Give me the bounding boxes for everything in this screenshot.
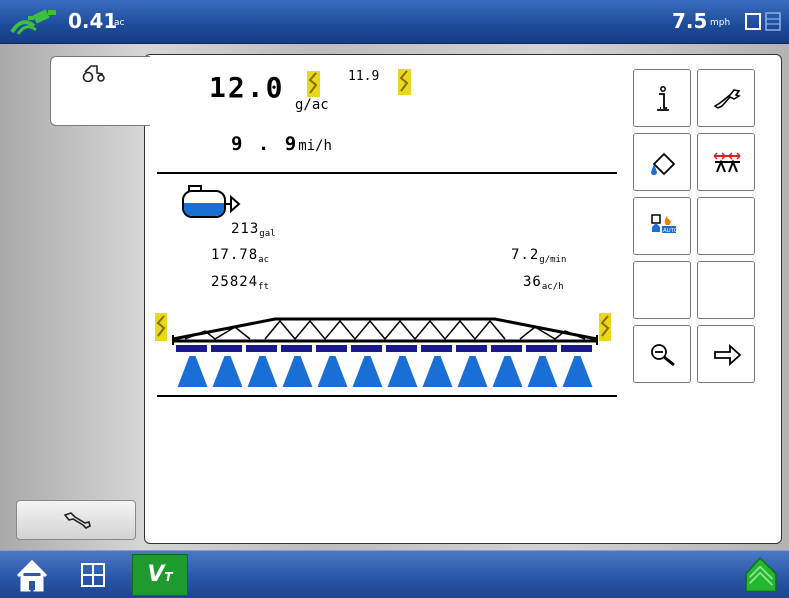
tools-button[interactable] — [16, 500, 136, 540]
actual-rate: 12.0 — [209, 71, 285, 104]
boom-section-bar — [211, 345, 242, 352]
boom-section-bar — [456, 345, 487, 352]
spray-nozzle-pattern — [352, 356, 383, 387]
spray-nozzle-pattern — [492, 356, 523, 387]
rate-lightning-icon — [307, 71, 320, 97]
bucket-icon — [651, 152, 676, 176]
speed-value: 7.5 — [672, 9, 708, 33]
spray-nozzle-pattern — [422, 356, 453, 387]
zoom-out-icon — [651, 344, 675, 367]
target-lightning-icon — [398, 69, 411, 95]
flow-rate: 7.2g/min — [511, 247, 566, 265]
bottom-nav-bar: VT — [0, 550, 789, 598]
area-covered-value: 17.78 — [211, 247, 259, 263]
boom-width-icon — [713, 152, 741, 173]
ground-speed-unit: mi/h — [298, 138, 332, 154]
ground-speed: 9 . 9mi/h — [231, 133, 332, 155]
boom-sections-button[interactable] — [697, 133, 755, 191]
boom-section-bar — [421, 345, 452, 352]
empty-slot-button-3[interactable] — [697, 261, 755, 319]
status-bar: 0.41 ac 7.5 mph — [0, 0, 789, 44]
tank-volume: 213gal — [231, 221, 276, 239]
rate-unit: g/ac — [295, 97, 329, 113]
wrench-icon — [713, 89, 741, 109]
productivity-unit: ac/h — [541, 282, 564, 292]
gps-signal-icon[interactable] — [8, 8, 60, 36]
wrench-icon — [63, 512, 91, 529]
productivity: 36ac/h — [523, 274, 564, 292]
auto-swath-icon: AUTO — [651, 214, 678, 234]
divider-bottom — [157, 395, 617, 397]
spray-nozzle-pattern — [177, 356, 208, 387]
arrow-right-icon — [714, 343, 742, 367]
info-button[interactable] — [633, 69, 691, 127]
tank-icon — [182, 185, 241, 218]
boom-section-bar — [561, 345, 592, 352]
vt-label: V — [147, 562, 165, 587]
spray-nozzle-pattern — [317, 356, 348, 387]
empty-slot-button-2[interactable] — [633, 261, 691, 319]
spray-nozzle-pattern — [387, 356, 418, 387]
boom-diagram — [155, 313, 611, 387]
boom-section-bar — [281, 345, 312, 352]
display-mode-icon[interactable] — [744, 10, 784, 34]
spray-nozzle-pattern — [457, 356, 488, 387]
boom-section-bar — [316, 345, 347, 352]
spray-nozzle-pattern — [282, 356, 313, 387]
setup-button[interactable] — [697, 69, 755, 127]
run-screen-panel: 12.0 g/ac 11.9 9 . 9mi/h 213gal 17.78ac … — [144, 54, 782, 544]
field-coverage-icon[interactable] — [738, 551, 784, 593]
boom-section-bar — [246, 345, 277, 352]
info-icon — [657, 86, 669, 111]
tank-volume-value: 213 — [231, 221, 260, 237]
tab-sprayer[interactable] — [50, 56, 150, 126]
fill-tank-button[interactable] — [633, 133, 691, 191]
ground-speed-value: 9 . 9 — [231, 133, 299, 155]
tank-volume-unit: gal — [259, 229, 276, 239]
productivity-value: 36 — [523, 274, 542, 290]
home-icon[interactable] — [14, 554, 50, 596]
spray-nozzle-pattern — [562, 356, 593, 387]
boom-right-lightning-icon — [599, 313, 611, 341]
flow-rate-unit: g/min — [539, 255, 567, 265]
empty-slot-button-1[interactable] — [697, 197, 755, 255]
virtual-terminal-button[interactable]: VT — [132, 554, 188, 596]
area-value: 0.41 — [68, 9, 118, 33]
spray-nozzle-pattern — [212, 356, 243, 387]
boom-section-bar — [526, 345, 557, 352]
target-rate: 11.9 — [348, 69, 380, 84]
zoom-out-button[interactable] — [633, 325, 691, 383]
distance-value: 25824 — [211, 274, 259, 290]
grid-icon[interactable] — [74, 554, 114, 596]
distance-unit: ft — [258, 282, 269, 292]
tractor-icon — [82, 65, 105, 83]
svg-text:AUTO: AUTO — [663, 228, 678, 234]
boom-section-bar — [386, 345, 417, 352]
next-page-button[interactable] — [697, 325, 755, 383]
boom-section-bar — [351, 345, 382, 352]
area-unit: ac — [114, 18, 125, 28]
boom-left-lightning-icon — [155, 313, 167, 341]
divider-top — [157, 172, 617, 174]
speed-unit: mph — [710, 18, 731, 28]
spray-nozzle-pattern — [247, 356, 278, 387]
spray-nozzle-pattern — [527, 356, 558, 387]
distance: 25824ft — [211, 274, 269, 292]
vt-sub-label: T — [164, 570, 173, 584]
flow-rate-value: 7.2 — [511, 247, 540, 263]
boom-section-bar — [491, 345, 522, 352]
area-covered-unit: ac — [258, 255, 269, 265]
area-covered: 17.78ac — [211, 247, 269, 265]
auto-swath-button[interactable]: AUTO — [633, 197, 691, 255]
boom-section-bar — [176, 345, 207, 352]
